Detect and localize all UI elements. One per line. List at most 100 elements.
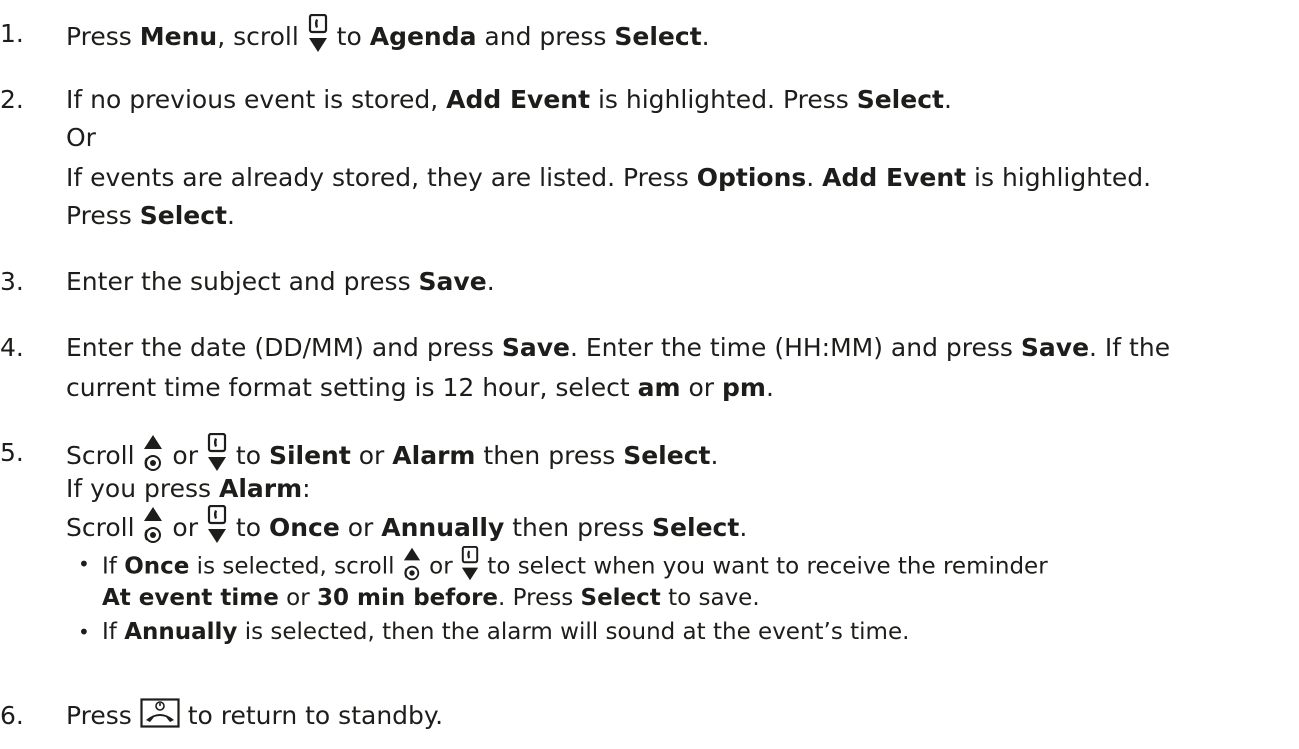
- text: is highlighted.: [966, 163, 1152, 192]
- text: If: [102, 553, 125, 580]
- text: is highlighted. Press: [590, 85, 857, 114]
- step-2-alt-text-2: Press Select.: [66, 200, 235, 232]
- option-silent: Silent: [268, 441, 351, 470]
- key-select: Select: [580, 585, 661, 611]
- option-am: am: [637, 373, 681, 402]
- scroll-up-icon: [142, 505, 164, 545]
- text: Enter the subject and press: [66, 267, 419, 296]
- text: to: [227, 441, 269, 470]
- bullet-1-text-2: At event time or 30 min before. Press Se…: [102, 583, 760, 613]
- text: If: [102, 619, 125, 645]
- option-once: Once: [124, 553, 190, 580]
- text: .: [943, 85, 952, 114]
- text: .: [806, 163, 823, 192]
- text: current time format setting is 12 hour, …: [66, 373, 638, 402]
- key-select: Select: [652, 513, 740, 542]
- step-6-text: Press to return to standby.: [66, 700, 443, 732]
- menu-add-event: Add Event: [446, 85, 591, 114]
- text: .: [486, 267, 495, 296]
- text: If no previous event is stored,: [66, 85, 447, 114]
- step-4-text-2: current time format setting is 12 hour, …: [66, 372, 774, 404]
- bullet-2-text: If Annually is selected, then the alarm …: [102, 617, 909, 647]
- key-menu: Menu: [139, 22, 218, 51]
- text: or: [680, 373, 722, 402]
- text: Enter the date (DD/MM) and press: [66, 333, 502, 362]
- key-select: Select: [623, 441, 711, 470]
- text: If events are already stored, they are l…: [66, 163, 697, 192]
- text: Press: [66, 22, 140, 51]
- text: .: [710, 441, 719, 470]
- text: . Enter the time (HH:MM) and press: [569, 333, 1021, 362]
- scroll-up-icon: [402, 546, 422, 582]
- step-5-text-3: Scroll or to Once or Annually then press…: [66, 509, 747, 549]
- text: :: [302, 474, 311, 503]
- option-alarm: Alarm: [218, 474, 303, 503]
- bullet-marker: •: [78, 620, 90, 644]
- key-select: Select: [614, 22, 702, 51]
- step-number: 4.: [0, 333, 24, 362]
- step-number: 3.: [0, 267, 24, 296]
- option-pm: pm: [722, 373, 766, 402]
- option-alarm: Alarm: [392, 441, 476, 470]
- scroll-down-icon: [460, 546, 480, 582]
- text: or: [339, 513, 382, 542]
- key-save: Save: [1020, 333, 1090, 362]
- text: is selected, then the alarm will sound a…: [237, 619, 910, 645]
- step-number: 1.: [0, 19, 24, 48]
- text: , scroll: [217, 22, 307, 51]
- text: .: [739, 513, 748, 542]
- text: Press: [66, 201, 140, 230]
- text: or: [164, 513, 206, 542]
- option-at-event-time: At event time: [102, 585, 279, 611]
- text: Scroll: [66, 513, 143, 542]
- bullet-marker: •: [78, 552, 90, 576]
- text: or: [421, 553, 460, 580]
- option-once: Once: [268, 513, 340, 542]
- step-number: 6.: [0, 701, 24, 730]
- text: Scroll: [66, 441, 143, 470]
- menu-add-event: Add Event: [822, 163, 967, 192]
- text: to: [227, 513, 269, 542]
- scroll-down-icon: [206, 433, 228, 473]
- key-save: Save: [418, 267, 487, 296]
- step-2-or: Or: [66, 123, 96, 152]
- option-annually: Annually: [381, 513, 505, 542]
- option-annually: Annually: [124, 619, 238, 645]
- key-options: Options: [696, 163, 807, 192]
- menu-agenda: Agenda: [369, 22, 477, 51]
- text: .: [701, 22, 710, 51]
- scroll-down-icon: [206, 505, 228, 545]
- text: .: [227, 201, 235, 230]
- step-5-text: Scroll or to Silent or Alarm then press …: [66, 437, 718, 477]
- scroll-up-icon: [142, 433, 164, 473]
- key-select: Select: [856, 85, 944, 114]
- key-select: Select: [139, 201, 228, 230]
- step-3-text: Enter the subject and press Save.: [66, 266, 495, 298]
- text: or: [164, 441, 206, 470]
- text: Press: [66, 701, 140, 730]
- step-1-text: Press Menu, scroll to Agenda and press S…: [66, 18, 710, 58]
- text: . Press: [498, 585, 581, 611]
- key-save: Save: [501, 333, 570, 362]
- end-call-icon: [140, 698, 180, 728]
- text: to select when you want to receive the r…: [479, 553, 1048, 580]
- step-5-text-2: If you press Alarm:: [66, 473, 311, 505]
- scroll-down-icon: [307, 14, 329, 54]
- text: If you press: [66, 474, 219, 503]
- text: . If the: [1089, 333, 1171, 362]
- text: is selected, scroll: [189, 553, 402, 580]
- text: .: [765, 373, 774, 402]
- text: to: [328, 22, 370, 51]
- text: to save.: [660, 585, 760, 611]
- step-2-text: If no previous event is stored, Add Even…: [66, 84, 952, 116]
- text: or: [278, 585, 317, 611]
- text: then press: [475, 441, 624, 470]
- bullet-1-text: If Once is selected, scroll or to select…: [102, 549, 1048, 585]
- step-number: 2.: [0, 85, 24, 114]
- option-30-min-before: 30 min before: [316, 585, 499, 611]
- text: and press: [476, 22, 615, 51]
- step-number: 5.: [0, 438, 24, 467]
- text: to return to standby.: [179, 701, 444, 730]
- text: or: [350, 441, 393, 470]
- step-4-text: Enter the date (DD/MM) and press Save. E…: [66, 332, 1170, 364]
